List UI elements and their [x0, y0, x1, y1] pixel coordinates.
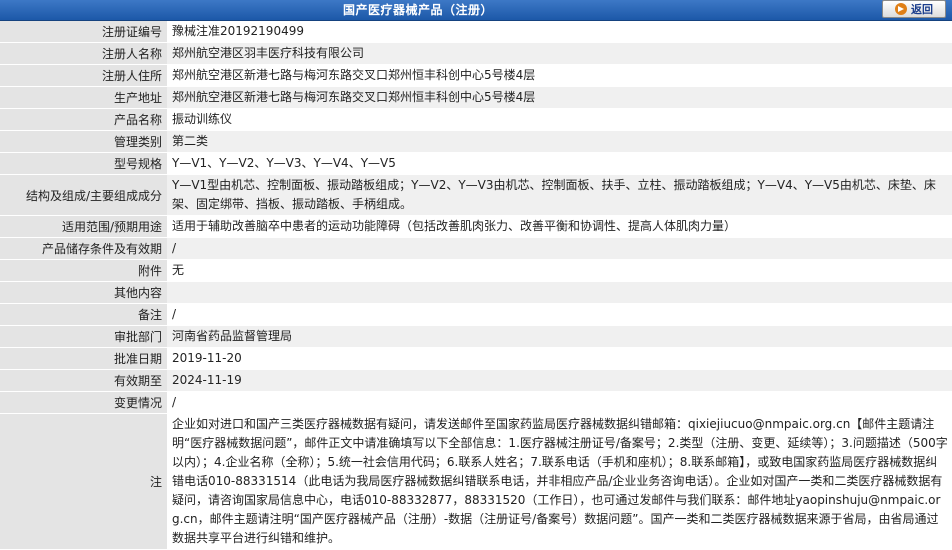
field-label: 产品名称	[0, 109, 167, 130]
arrow-right-circle-icon	[895, 3, 907, 15]
field-value: Y—V1型由机芯、控制面板、振动踏板组成；Y—V2、Y—V3由机芯、控制面板、扶…	[167, 175, 952, 215]
back-button-label: 返回	[911, 3, 933, 16]
row-composition: 结构及组成/主要组成成分 Y—V1型由机芯、控制面板、振动踏板组成；Y—V2、Y…	[0, 175, 952, 216]
field-label: 批准日期	[0, 348, 167, 369]
field-label: 注册人住所	[0, 65, 167, 86]
row-reg-no: 注册证编号 豫械注准20192190499	[0, 21, 952, 43]
row-registrant: 注册人名称 郑州航空港区羽丰医疗科技有限公司	[0, 43, 952, 65]
field-label: 附件	[0, 260, 167, 281]
field-value: 适用于辅助改善脑卒中患者的运动功能障碍（包括改善肌肉张力、改善平衡和协调性、提高…	[167, 216, 952, 237]
row-scope: 适用范围/预期用途 适用于辅助改善脑卒中患者的运动功能障碍（包括改善肌肉张力、改…	[0, 216, 952, 238]
field-label: 适用范围/预期用途	[0, 216, 167, 237]
field-value: 2024-11-19	[167, 370, 952, 391]
field-label: 产品储存条件及有效期	[0, 238, 167, 259]
row-product-name: 产品名称 振动训练仪	[0, 109, 952, 131]
row-category: 管理类别 第二类	[0, 131, 952, 153]
field-label: 有效期至	[0, 370, 167, 391]
field-label: 型号规格	[0, 153, 167, 174]
field-value: 无	[167, 260, 952, 281]
field-value: 豫械注准20192190499	[167, 21, 952, 42]
field-label: 审批部门	[0, 326, 167, 347]
row-approval-dept: 审批部门 河南省药品监督管理局	[0, 326, 952, 348]
field-label: 注册证编号	[0, 21, 167, 42]
page-header: 国产医疗器械产品（注册） 返回	[0, 0, 952, 21]
field-label: 其他内容	[0, 282, 167, 303]
field-value: 第二类	[167, 131, 952, 152]
field-value: /	[167, 392, 952, 413]
field-value: 郑州航空港区新港七路与梅河东路交叉口郑州恒丰科创中心5号楼4层	[167, 87, 952, 108]
field-value: 河南省药品监督管理局	[167, 326, 952, 347]
row-registrant-address: 注册人住所 郑州航空港区新港七路与梅河东路交叉口郑州恒丰科创中心5号楼4层	[0, 65, 952, 87]
field-value: /	[167, 304, 952, 325]
row-production-address: 生产地址 郑州航空港区新港七路与梅河东路交叉口郑州恒丰科创中心5号楼4层	[0, 87, 952, 109]
row-other: 其他内容	[0, 282, 952, 304]
field-value: 郑州航空港区新港七路与梅河东路交叉口郑州恒丰科创中心5号楼4层	[167, 65, 952, 86]
row-attachment: 附件 无	[0, 260, 952, 282]
note-text: 企业如对进口和国产三类医疗器械数据有疑问，请发送邮件至国家药监局医疗器械数据纠错…	[167, 414, 952, 549]
row-remark: 备注 /	[0, 304, 952, 326]
field-label: 生产地址	[0, 87, 167, 108]
page-title: 国产医疗器械产品（注册）	[342, 3, 493, 17]
field-value: 2019-11-20	[167, 348, 952, 369]
field-value: 郑州航空港区羽丰医疗科技有限公司	[167, 43, 952, 64]
field-label: 变更情况	[0, 392, 167, 413]
field-value: Y—V1、Y—V2、Y—V3、Y—V4、Y—V5	[167, 153, 952, 174]
field-value: 振动训练仪	[167, 109, 952, 130]
row-models: 型号规格 Y—V1、Y—V2、Y—V3、Y—V4、Y—V5	[0, 153, 952, 175]
field-label: 备注	[0, 304, 167, 325]
field-value	[167, 282, 952, 303]
row-note: 注 企业如对进口和国产三类医疗器械数据有疑问，请发送邮件至国家药监局医疗器械数据…	[0, 414, 952, 550]
row-changes: 变更情况 /	[0, 392, 952, 414]
detail-table: 注册证编号 豫械注准20192190499 注册人名称 郑州航空港区羽丰医疗科技…	[0, 21, 952, 550]
field-label: 注册人名称	[0, 43, 167, 64]
field-value: /	[167, 238, 952, 259]
row-approval-date: 批准日期 2019-11-20	[0, 348, 952, 370]
field-label: 结构及组成/主要组成成分	[0, 175, 167, 215]
row-valid-until: 有效期至 2024-11-19	[0, 370, 952, 392]
note-label: 注	[0, 414, 167, 549]
back-button[interactable]: 返回	[882, 0, 946, 18]
row-storage: 产品储存条件及有效期 /	[0, 238, 952, 260]
field-label: 管理类别	[0, 131, 167, 152]
